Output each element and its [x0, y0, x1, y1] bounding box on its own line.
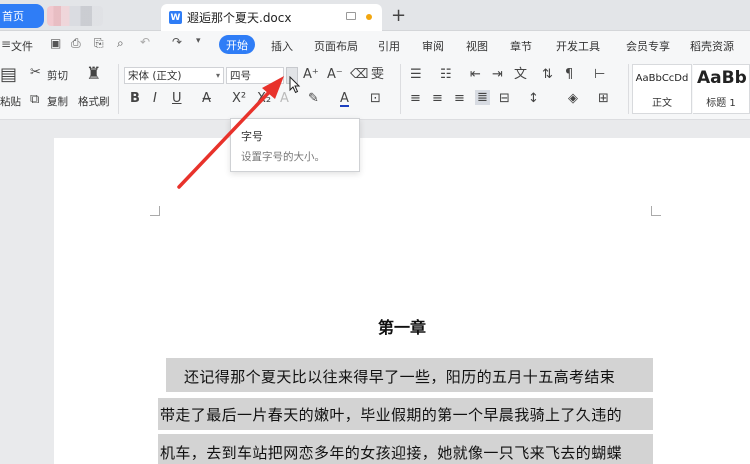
wps-writer-icon: W — [169, 11, 182, 24]
scissors-icon[interactable]: ✂ — [30, 66, 41, 79]
style-heading-sample: AaBb — [697, 68, 747, 88]
decrease-indent-icon[interactable]: ⇤ — [470, 68, 481, 81]
bold-icon[interactable]: B — [130, 92, 140, 105]
distribute-icon[interactable]: ⊟ — [499, 92, 510, 105]
shading-icon[interactable]: ◈ — [568, 92, 578, 105]
subscript-icon[interactable]: X₂ — [257, 92, 271, 105]
tooltip-title: 字号 — [241, 130, 263, 143]
align-right-icon[interactable]: ≡ — [454, 92, 465, 105]
italic-icon[interactable]: I — [153, 92, 157, 105]
tab-chapter[interactable]: 章节 — [510, 38, 532, 54]
font-size-value: 四号 — [230, 70, 251, 82]
superscript-icon[interactable]: X² — [232, 92, 246, 105]
character-border-icon[interactable]: ⊡ — [370, 92, 381, 105]
print-icon[interactable]: ⎘ — [94, 36, 104, 51]
quick-access-dropdown-icon[interactable]: ▾ — [196, 36, 201, 46]
tab-docer-resources[interactable]: 稻壳资源 — [690, 38, 734, 54]
document-page[interactable]: 第一章 还记得那个夏天比以往来得早了一些，阳历的五月十五高考结束 带走了最后一片… — [54, 138, 750, 464]
line-spacing-icon[interactable]: ↕ — [528, 92, 539, 105]
tab-bar: 首页 W 遐逅那个夏天.docx + — [0, 0, 750, 31]
menu-file[interactable]: 文件 — [11, 38, 33, 54]
redo-icon[interactable]: ↷ — [172, 35, 182, 49]
style-heading-1[interactable]: AaBb 标题 1 — [693, 64, 750, 114]
font-size-select[interactable]: 四号 — [226, 67, 284, 84]
align-center-icon[interactable]: ≡ — [432, 92, 443, 105]
monitor-icon[interactable] — [346, 12, 356, 20]
font-color-icon[interactable]: A — [340, 92, 349, 107]
align-left-icon[interactable]: ≡ — [410, 92, 421, 105]
mouse-cursor-icon — [289, 76, 301, 94]
cut-label[interactable]: 剪切 — [47, 68, 68, 83]
paragraph-line[interactable]: 机车，去到车站把网恋多年的女孩迎接，她就像一只飞来飞去的蝴蝶 — [160, 442, 622, 463]
tab-start-label: 开始 — [226, 38, 248, 52]
numbered-list-icon[interactable]: ☷ — [440, 68, 452, 81]
format-painter-icon[interactable]: ♜ — [86, 66, 101, 83]
export-pdf-icon[interactable]: ⎙ — [71, 36, 81, 51]
undo-icon[interactable]: ↶ — [140, 35, 150, 49]
phonetic-guide-icon[interactable]: 雯 — [371, 68, 384, 81]
tab-developer[interactable]: 开发工具 — [556, 38, 600, 54]
paste-icon[interactable]: ▤ — [0, 66, 17, 84]
highlight-icon[interactable]: ✎ — [308, 92, 319, 105]
paragraph-line[interactable]: 还记得那个夏天比以往来得早了一些，阳历的五月十五高考结束 — [184, 366, 615, 387]
save-icon[interactable]: ▣ — [50, 36, 61, 50]
unsaved-indicator — [366, 14, 372, 20]
bullet-list-icon[interactable]: ☰ — [410, 68, 422, 81]
chinese-layout-icon[interactable]: 文 — [514, 68, 527, 81]
tab-view[interactable]: 视图 — [466, 38, 488, 54]
tooltip-description: 设置字号的大小。 — [241, 151, 325, 163]
document-tab[interactable]: W 遐逅那个夏天.docx — [161, 4, 382, 31]
home-tab-label: 首页 — [2, 10, 24, 23]
paragraph-line[interactable]: 带走了最后一片春天的嫩叶，毕业假期的第一个早晨我骑上了久违的 — [160, 404, 622, 425]
clear-format-icon[interactable]: ⌫ — [350, 68, 368, 81]
crop-mark — [651, 206, 661, 216]
copy-icon[interactable]: ⧉ — [30, 93, 39, 106]
tab-review[interactable]: 审阅 — [422, 38, 444, 54]
tab-start[interactable]: 开始 — [219, 35, 255, 54]
underline-icon[interactable]: U — [172, 92, 182, 105]
print-preview-icon[interactable]: ⌕ — [117, 36, 124, 51]
font-name-value: 宋体 (正文) — [128, 70, 182, 82]
tab-page-layout[interactable]: 页面布局 — [314, 38, 358, 54]
tab-references[interactable]: 引用 — [378, 38, 400, 54]
blurred-tab[interactable] — [47, 6, 103, 26]
text-effect-icon[interactable]: A — [280, 92, 289, 105]
document-tab-title: 遐逅那个夏天.docx — [187, 11, 292, 25]
increase-indent-icon[interactable]: ⇥ — [492, 68, 503, 81]
copy-label[interactable]: 复制 — [47, 94, 68, 109]
font-name-select[interactable]: 宋体 (正文) ▾ — [124, 67, 224, 84]
ribbon-divider — [628, 64, 629, 114]
strikethrough-icon[interactable]: A̶ — [202, 92, 211, 105]
borders-icon[interactable]: ⊞ — [598, 92, 609, 105]
chevron-down-icon: ▾ — [215, 71, 220, 80]
style-heading-name: 标题 1 — [706, 98, 736, 109]
ribbon-divider — [400, 64, 401, 114]
font-size-tooltip: 字号 设置字号的大小。 — [230, 118, 360, 172]
home-tab[interactable]: 首页 — [0, 4, 44, 28]
style-normal[interactable]: AaBbCcDd 正文 — [632, 64, 692, 114]
chapter-heading[interactable]: 第一章 — [378, 314, 426, 338]
new-tab-button[interactable]: + — [391, 5, 406, 26]
ribbon-toolbar: ▤ 粘贴 ✂ 剪切 ⧉ 复制 ♜ 格式刷 宋体 (正文) ▾ 四号 A⁺ A⁻ … — [0, 58, 750, 120]
sort-icon[interactable]: ⇅ — [542, 68, 553, 81]
style-normal-name: 正文 — [652, 98, 672, 109]
show-marks-icon[interactable]: ¶ — [565, 68, 573, 81]
paste-label[interactable]: 粘贴 — [0, 94, 21, 109]
crop-mark — [150, 206, 160, 216]
style-normal-sample: AaBbCcDd — [635, 73, 689, 84]
menu-icon[interactable]: ≡ — [1, 37, 11, 51]
format-painter-label[interactable]: 格式刷 — [78, 94, 110, 109]
shrink-font-icon[interactable]: A⁻ — [327, 68, 343, 81]
tab-stops-icon[interactable]: ⊢ — [594, 68, 605, 81]
tab-insert[interactable]: 插入 — [271, 38, 293, 54]
justify-icon[interactable]: ≣ — [475, 90, 490, 105]
ribbon-divider — [118, 64, 119, 114]
tab-member[interactable]: 会员专享 — [626, 38, 670, 54]
menu-bar: ≡ 文件 ▣ ⎙ ⎘ ⌕ ↶ ↷ ▾ 开始 插入 页面布局 引用 审阅 视图 章… — [0, 31, 750, 58]
grow-font-icon[interactable]: A⁺ — [303, 68, 319, 81]
